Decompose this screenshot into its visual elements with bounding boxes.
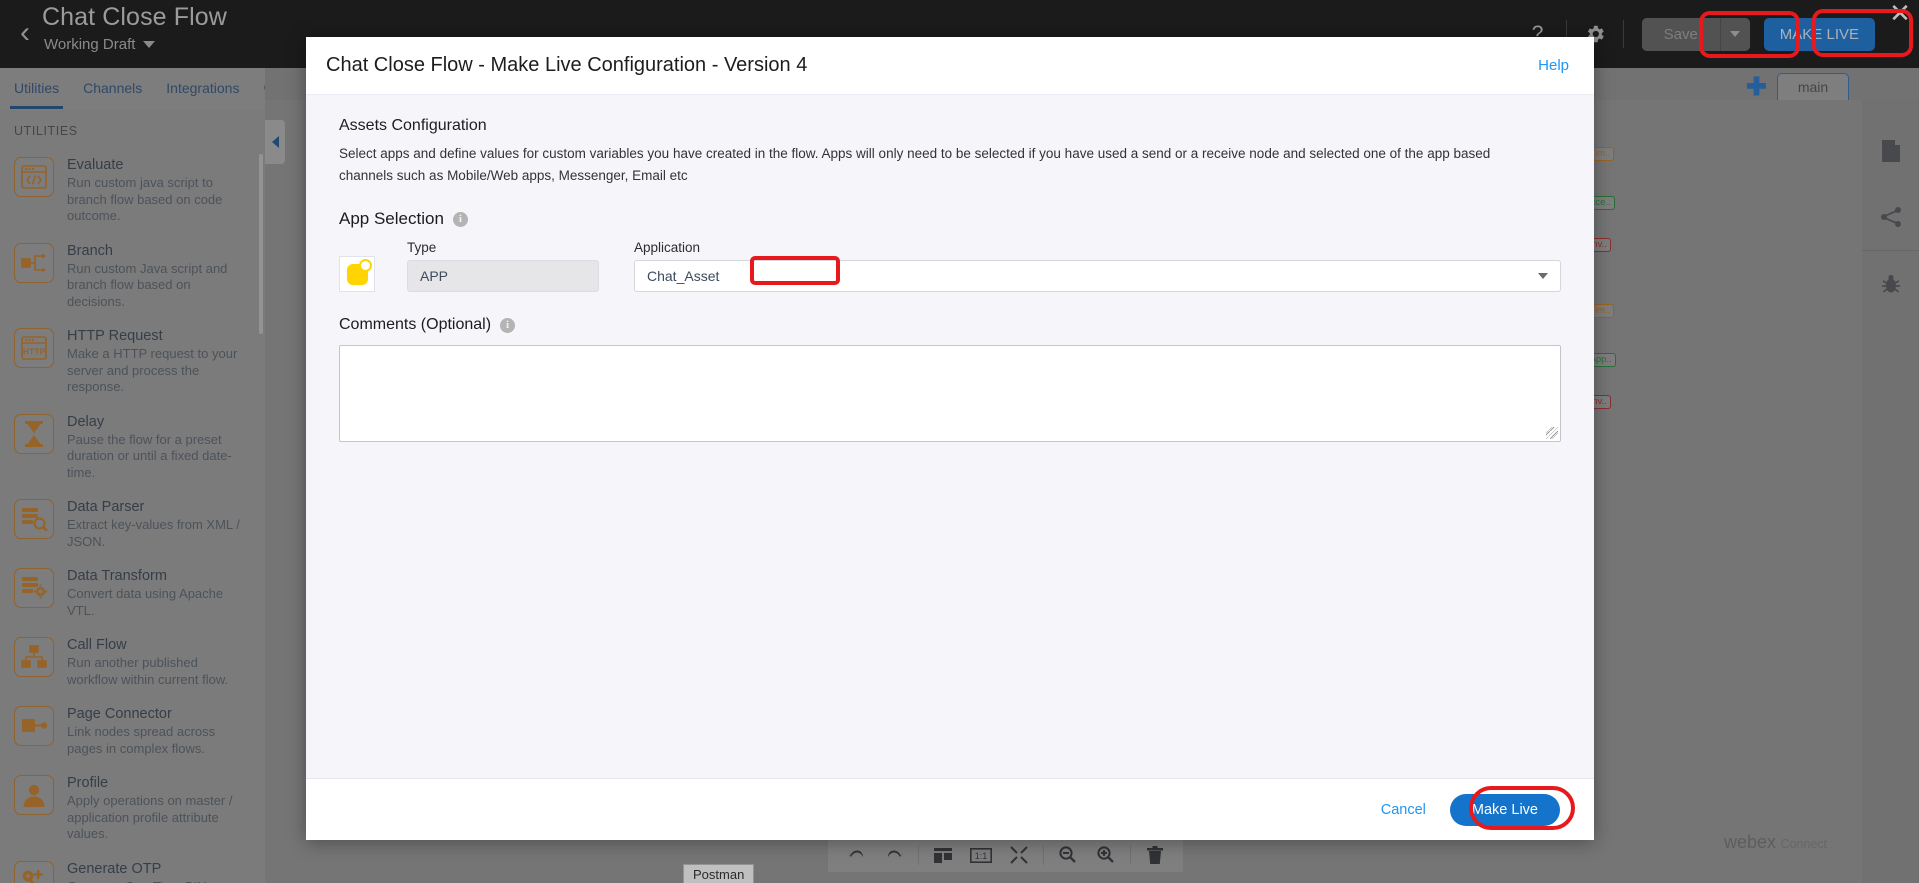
info-icon[interactable]: i: [500, 317, 516, 333]
app-selection-label: App Selection: [339, 209, 444, 228]
dialog-footer: Cancel Make Live: [306, 778, 1594, 840]
type-column: Type APP: [407, 240, 599, 292]
dialog-title: Chat Close Flow - Make Live Configuratio…: [326, 54, 808, 76]
application-label: Application: [634, 240, 701, 255]
chevron-down-icon: [1538, 273, 1548, 279]
assets-configuration-description: Select apps and define values for custom…: [339, 146, 1491, 183]
app-icon-cell: [339, 256, 381, 292]
application-column: Application Chat_Asset: [634, 240, 1561, 292]
make-live-configuration-dialog: Chat Close Flow - Make Live Configuratio…: [306, 37, 1594, 840]
cancel-button[interactable]: Cancel: [1381, 802, 1426, 818]
make-live-dialog-button[interactable]: Make Live: [1449, 793, 1560, 826]
application-select[interactable]: Chat_Asset: [634, 260, 1561, 292]
type-label: Type: [407, 240, 437, 255]
app-selection-row: Type APP Application Chat_Asset: [339, 240, 1561, 292]
yellow-app-icon: [339, 256, 375, 292]
app-selection-header: App Selection i: [339, 209, 1561, 229]
comments-header: Comments (Optional) i: [339, 316, 1561, 334]
help-link[interactable]: Help: [1538, 57, 1569, 74]
type-value-readonly: APP: [407, 260, 599, 292]
application-selected-value: Chat_Asset: [647, 268, 720, 284]
app-root: Utilities Channels Integrations UTILITIE…: [0, 0, 1919, 883]
info-icon[interactable]: i: [452, 211, 468, 227]
dialog-header: Chat Close Flow - Make Live Configuratio…: [306, 37, 1594, 95]
dialog-body: Assets Configuration Select apps and def…: [306, 95, 1594, 778]
comments-textarea[interactable]: [339, 345, 1561, 442]
comments-label: Comments (Optional): [339, 316, 492, 333]
resize-handle[interactable]: [1546, 427, 1558, 439]
assets-configuration-title: Assets Configuration: [339, 117, 487, 134]
